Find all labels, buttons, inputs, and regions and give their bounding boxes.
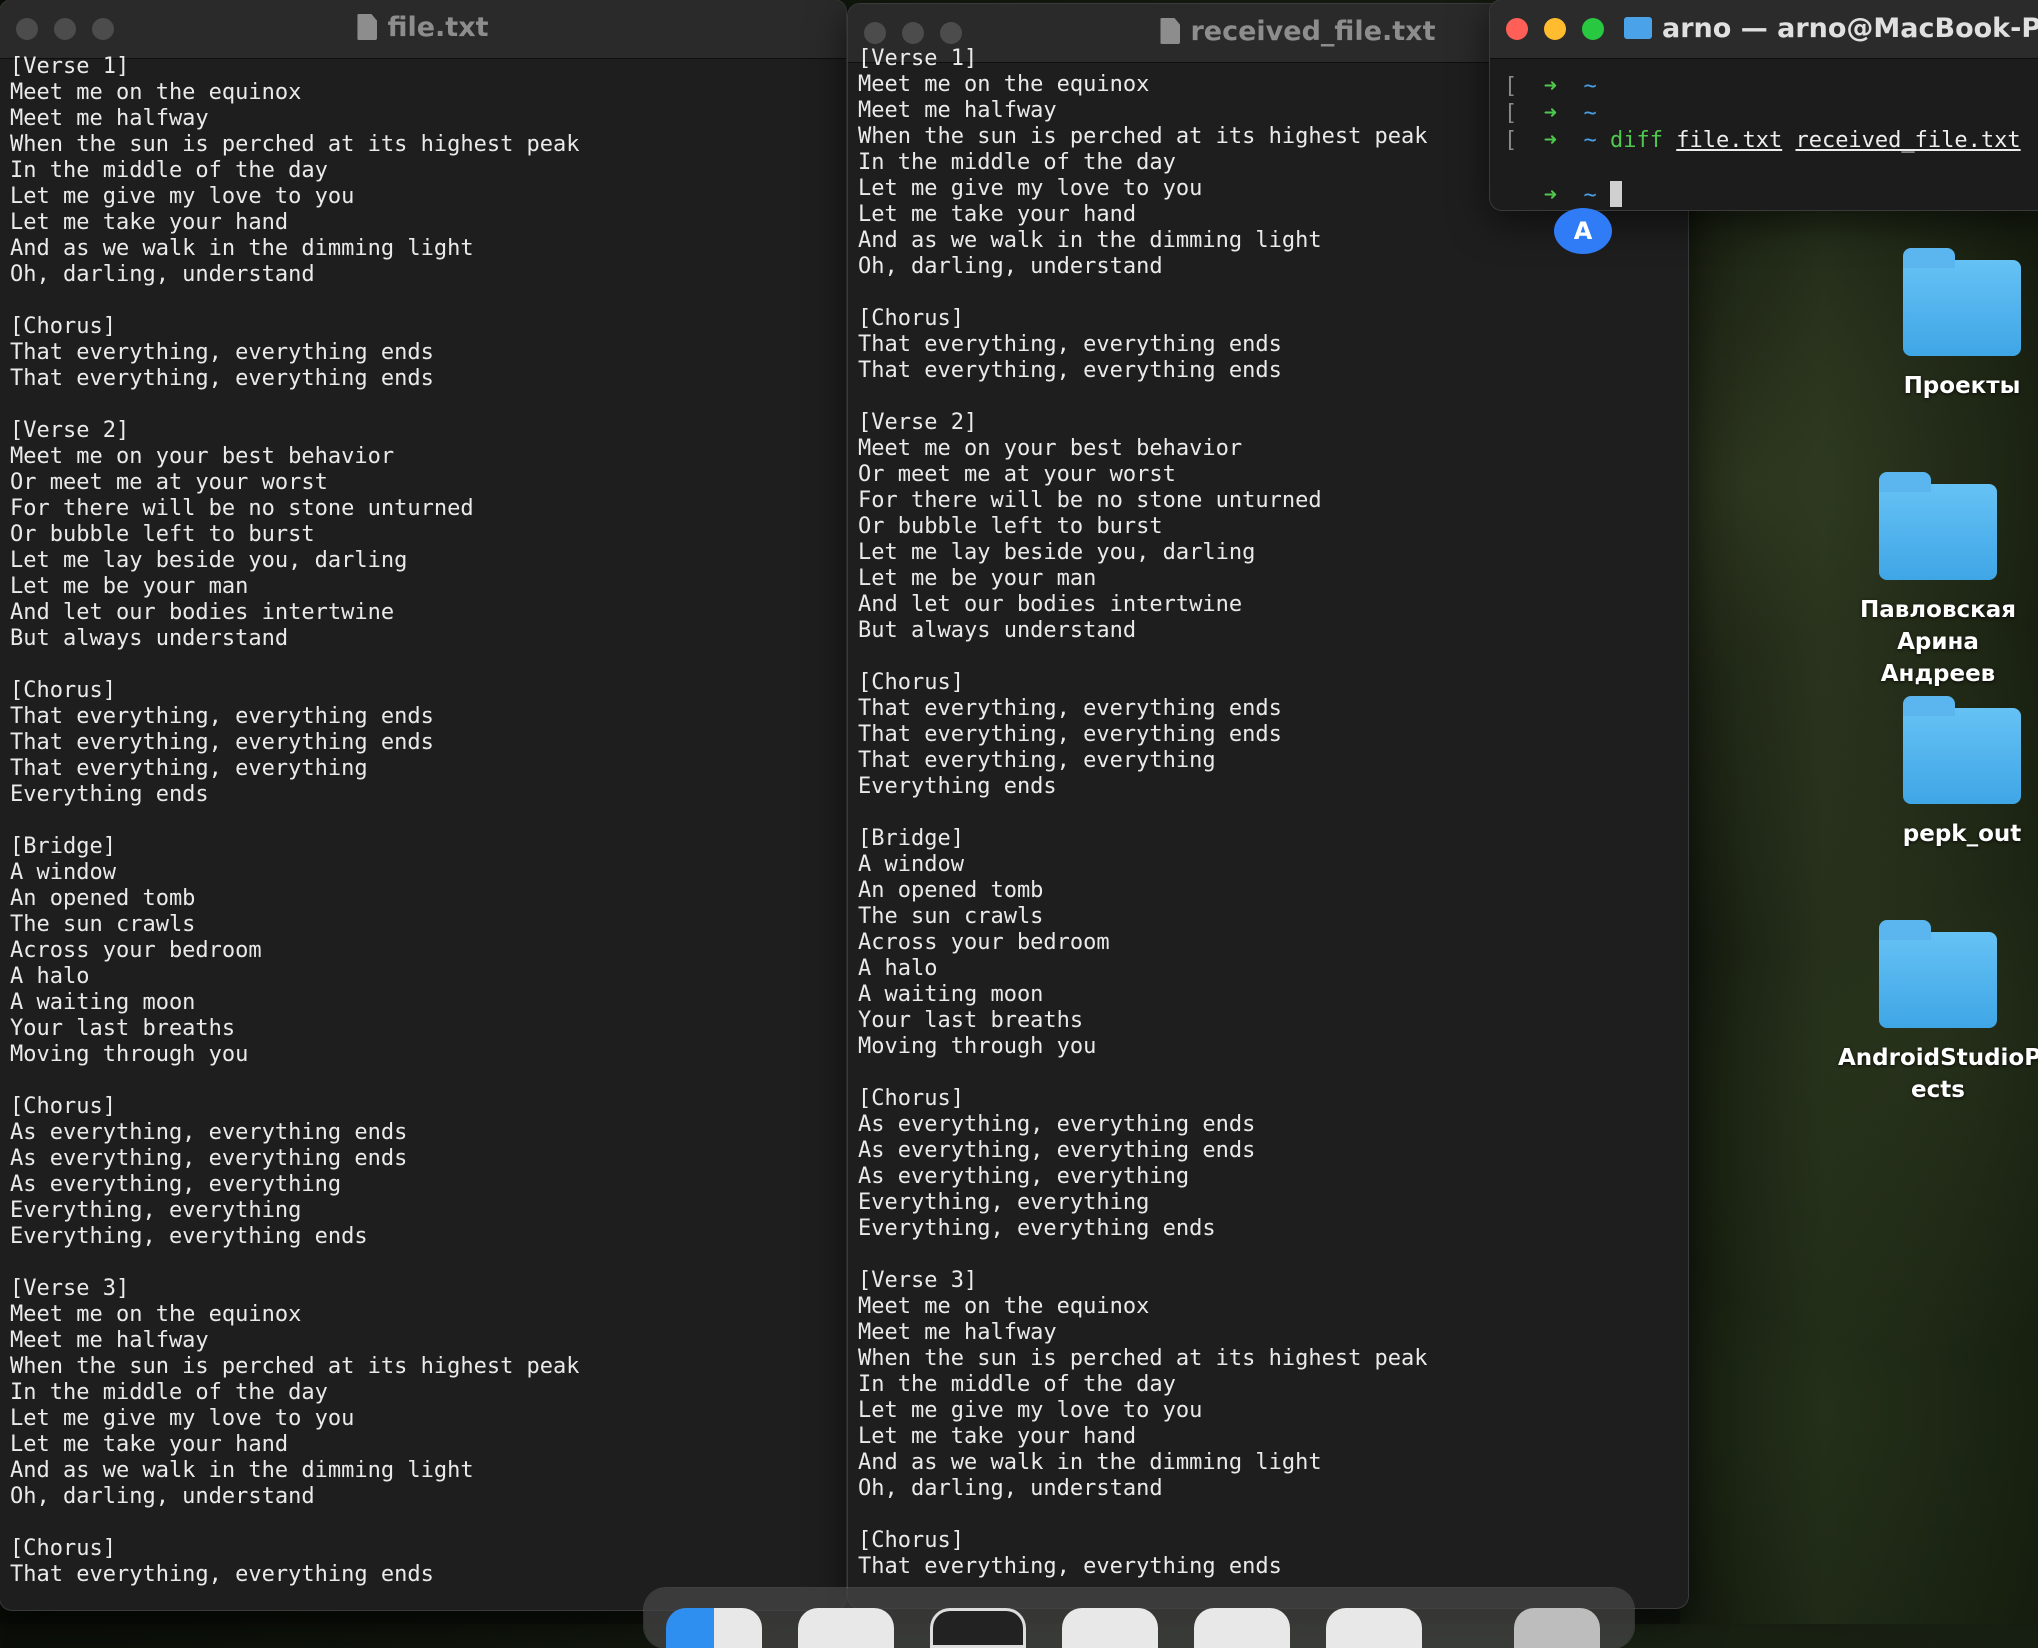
command-name: diff — [1610, 128, 1663, 153]
window-title: arno — arno@MacBook-Pro-E — [1624, 13, 2038, 44]
desktop-wallpaper — [1680, 200, 2038, 1624]
document-text[interactable]: [Verse 1] Meet me on the equinox Meet me… — [10, 54, 836, 1588]
folder-icon — [1879, 920, 1997, 1028]
prompt-path: ~ — [1583, 183, 1597, 208]
window-controls — [1506, 18, 1604, 40]
dock-app-finder-icon[interactable] — [666, 1608, 762, 1648]
minimize-button[interactable] — [1544, 18, 1566, 40]
dock-trash-icon[interactable] — [1514, 1608, 1600, 1648]
desktop-folder-projects[interactable]: Проекты — [1862, 248, 2038, 402]
dock-app-safari-icon[interactable] — [798, 1608, 894, 1648]
dock-app-icon[interactable] — [1062, 1608, 1158, 1648]
document-icon — [357, 14, 378, 40]
text-cursor — [1610, 181, 1622, 207]
window-title: file.txt — [0, 12, 846, 43]
dock-app-textedit-icon[interactable] — [1326, 1608, 1422, 1648]
folder-label: pepk_out — [1902, 821, 2022, 847]
close-button[interactable] — [1506, 18, 1528, 40]
folder-icon — [1903, 696, 2021, 804]
terminal-window[interactable]: arno — arno@MacBook-Pro-E [ ➜ ~ [ ➜ ~ [ … — [1490, 0, 2038, 210]
folder-icon — [1903, 248, 2021, 356]
terminal-title-text: arno — arno@MacBook-Pro-E — [1662, 13, 2038, 44]
prompt-path: ~ — [1583, 128, 1597, 153]
terminal-output[interactable]: [ ➜ ~ [ ➜ ~ [ ➜ ~ diff file.txt received… — [1504, 58, 2021, 210]
dock-app-terminal-icon[interactable] — [930, 1608, 1026, 1648]
prompt-arrow: ➜ — [1543, 183, 1557, 208]
input-source-badge[interactable]: A — [1554, 208, 1612, 254]
window-titlebar[interactable]: arno — arno@MacBook-Pro-E — [1490, 0, 2038, 59]
window-titlebar[interactable]: file.txt — [0, 0, 846, 59]
dock — [644, 1588, 1634, 1648]
desktop-folder-pepk-out[interactable]: pepk_out — [1862, 696, 2038, 850]
folder-icon — [1879, 472, 1997, 580]
folder-label: Павловская Арина Андреев — [1859, 597, 2017, 687]
document-text[interactable]: [Verse 1] Meet me on the equinox Meet me… — [858, 46, 1678, 1580]
folder-label: Проекты — [1903, 373, 2021, 399]
command-line: [ ➜ ~ diff file.txt received_file.txt — [1504, 112, 2021, 169]
bracket: [ — [1504, 128, 1518, 153]
folder-icon — [1624, 17, 1652, 39]
command-arg-received[interactable]: received_file.txt — [1795, 128, 2020, 153]
desktop-folder-pavlovskaya[interactable]: Павловская Арина Андреев — [1838, 472, 2038, 690]
dock-app-icon[interactable] — [1194, 1608, 1290, 1648]
command-arg-file[interactable]: file.txt — [1676, 128, 1782, 153]
window-title-text: received_file.txt — [1190, 16, 1436, 47]
textedit-window-file[interactable]: file.txt [Verse 1] Meet me on the equino… — [0, 0, 846, 1610]
document-icon — [1160, 18, 1181, 44]
folder-label: AndroidStudioP ects — [1838, 1045, 2038, 1103]
active-prompt-line[interactable]: ➜ ~ — [1504, 167, 2021, 210]
zoom-button[interactable] — [1582, 18, 1604, 40]
prompt-arrow: ➜ — [1543, 128, 1557, 153]
desktop-folder-androidstudio[interactable]: AndroidStudioP ects — [1838, 920, 2038, 1106]
window-title-text: file.txt — [387, 12, 489, 43]
